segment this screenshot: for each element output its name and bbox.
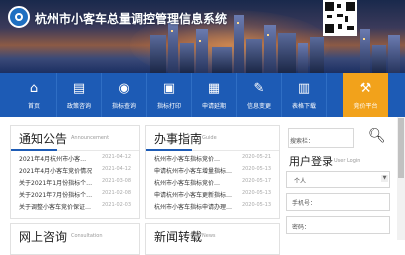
search-label: 搜索栏： — [290, 138, 315, 145]
panel-subtitle: Guide — [202, 135, 217, 141]
list-item[interactable]: 关于2021年1月份指标个… 2021-03-08 — [19, 178, 131, 189]
list-item[interactable]: 杭州市小客车指标竞价… 2020-05-21 — [154, 154, 271, 165]
nav-item-auction[interactable]: ⚒ 竞价平台 — [343, 73, 388, 117]
print-icon: ▣ — [162, 81, 176, 96]
notice-date: 2021-04-12 — [101, 166, 131, 172]
scrollbar-thumb[interactable] — [398, 118, 404, 178]
panel-title: 通知公告 — [19, 132, 68, 146]
user-type-value: 个人 — [294, 178, 307, 185]
list-item[interactable]: 杭州市小客车指标申请办理… 2020-05-13 — [154, 202, 271, 213]
notice-link[interactable]: 关于调整小客车竞价保证… — [19, 202, 91, 211]
site-title: 杭州市小客车总量调控管理信息系统 — [35, 12, 228, 26]
notice-date: 2021-02-03 — [101, 202, 131, 208]
guide-link[interactable]: 申请杭州市小客车增量指标… — [154, 166, 232, 175]
notice-link[interactable]: 关于2021年7月份指标个… — [19, 190, 92, 199]
list-item[interactable]: 杭州市小客车指标竞价… 2020-05-17 — [154, 178, 271, 189]
guide-date: 2020-05-17 — [241, 178, 271, 184]
notice-panel: 通知公告 Announcement 2021年4月杭州市小客… 2021-04-… — [10, 125, 140, 219]
panel-title: 办事指南 — [154, 132, 203, 146]
nav-label: 政策咨询 — [66, 103, 91, 110]
policy-icon: ▤ — [72, 81, 86, 96]
nav-item-extend[interactable]: ▦ 申请延期 — [192, 73, 237, 117]
nav-label: 信息变更 — [246, 103, 271, 110]
notice-date: 2021-02-08 — [101, 190, 131, 196]
guide-link[interactable]: 杭州市小客车指标竞价… — [154, 154, 220, 163]
consult-panel: 网上咨询 Consultation — [10, 223, 140, 255]
nav-item-query[interactable]: ◉ 指标查询 — [102, 73, 147, 117]
notice-date: 2021-04-12 — [101, 154, 131, 160]
nav-label: 竞价平台 — [353, 103, 378, 110]
panel-subtitle: Announcement — [71, 135, 110, 141]
nav-label: 首页 — [27, 103, 40, 110]
guide-date: 2020-05-21 — [241, 154, 271, 160]
nav-item-policy[interactable]: ▤ 政策咨询 — [57, 73, 102, 117]
panel-subtitle: Consultation — [71, 233, 103, 239]
site-logo — [8, 6, 30, 28]
divider — [11, 149, 139, 151]
query-icon: ◉ — [118, 81, 130, 96]
list-item[interactable]: 2021年4月小客车竞价情况 2021-04-12 — [19, 166, 131, 177]
login-subtitle: User Login — [334, 158, 361, 164]
list-item[interactable]: 申请杭州市小客车增量指标… 2020-05-13 — [154, 166, 271, 177]
main-nav: ⌂ 首页 ▤ 政策咨询 ◉ 指标查询 ▣ 指标打印 ▦ 申请延期 ✎ 信息变更 … — [0, 73, 405, 117]
phone-label: 手机号： — [292, 200, 317, 207]
guide-link[interactable]: 杭州市小客车指标竞价… — [154, 178, 220, 187]
guide-panel: 办事指南 Guide 杭州市小客车指标竞价… 2020-05-21 申请杭州市小… — [145, 125, 280, 219]
guide-date: 2020-05-13 — [241, 166, 271, 172]
nav-label: 表格下载 — [291, 103, 316, 110]
nav-label: 指标查询 — [111, 103, 136, 110]
nav-label: 申请延期 — [201, 103, 226, 110]
nav-item-download[interactable]: ▥ 表格下载 — [282, 73, 327, 117]
download-icon: ▥ — [297, 81, 311, 96]
qr-code-image — [323, 0, 357, 36]
extend-icon: ▦ — [207, 81, 221, 96]
nav-item-home[interactable]: ⌂ 首页 — [12, 73, 57, 117]
password-label: 密码： — [292, 224, 311, 231]
list-item[interactable]: 2021年4月杭州市小客… 2021-04-12 — [19, 154, 131, 165]
notice-link[interactable]: 2021年4月杭州市小客… — [19, 154, 86, 163]
guide-date: 2020-05-13 — [241, 202, 271, 208]
nav-item-print[interactable]: ▣ 指标打印 — [147, 73, 192, 117]
panel-title: 新闻转载 — [154, 230, 203, 244]
login-title: 用户登录 — [289, 155, 333, 168]
notice-date: 2021-03-08 — [101, 178, 131, 184]
panel-title: 网上咨询 — [19, 230, 68, 244]
nav-item-change[interactable]: ✎ 信息变更 — [237, 73, 282, 117]
change-icon: ✎ — [253, 81, 265, 96]
guide-date: 2020-05-13 — [241, 190, 271, 196]
divider — [146, 149, 279, 151]
auction-icon: ⚒ — [359, 81, 372, 96]
list-item[interactable]: 申请杭州市小客车更新指标… 2020-05-13 — [154, 190, 271, 201]
list-item[interactable]: 关于调整小客车竞价保证… 2021-02-03 — [19, 202, 131, 213]
guide-link[interactable]: 申请杭州市小客车更新指标… — [154, 190, 232, 199]
panel-subtitle: News — [202, 233, 216, 239]
guide-link[interactable]: 杭州市小客车指标申请办理… — [154, 202, 232, 211]
chevron-down-icon[interactable]: ▼ — [381, 175, 388, 182]
notice-link[interactable]: 关于2021年1月份指标个… — [19, 178, 92, 187]
home-icon: ⌂ — [29, 81, 39, 96]
nav-label: 指标打印 — [156, 103, 181, 110]
search-icon[interactable]: 🔍︎ — [368, 128, 386, 144]
news-panel: 新闻转载 News — [145, 223, 280, 255]
list-item[interactable]: 关于2021年7月份指标个… 2021-02-08 — [19, 190, 131, 201]
notice-link[interactable]: 2021年4月小客车竞价情况 — [19, 166, 92, 175]
